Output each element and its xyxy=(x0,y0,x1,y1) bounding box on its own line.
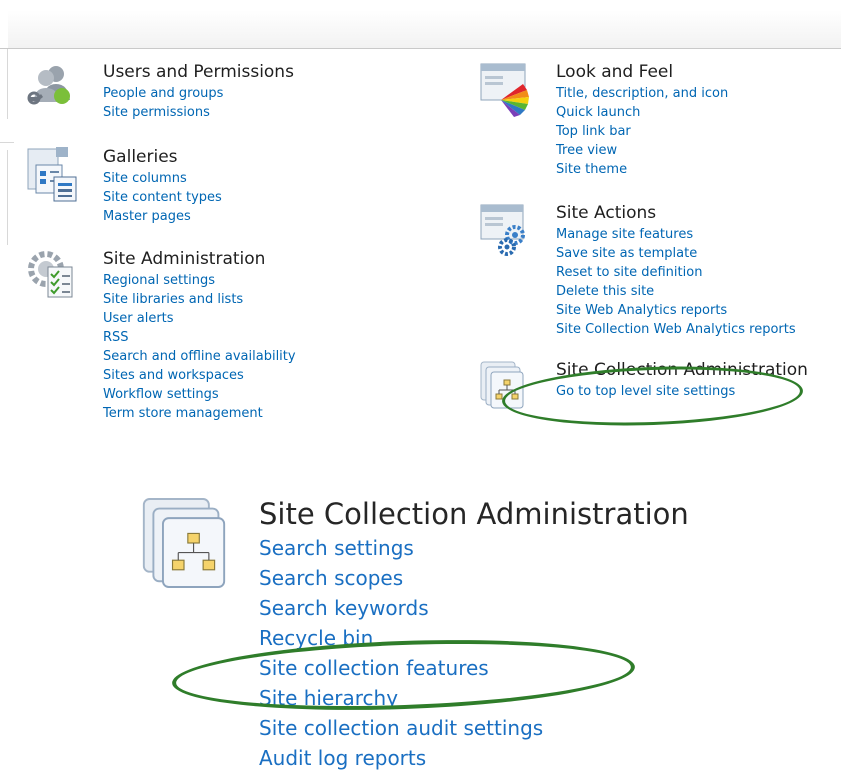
link-site-collection-web-analytics[interactable]: Site Collection Web Analytics reports xyxy=(556,320,796,339)
section-site-administration: Site Administration Regional settings Si… xyxy=(26,249,356,429)
section-site-collection-admin-small: Site Collection Administration Go to top… xyxy=(479,360,834,420)
site-collection-admin-icon xyxy=(140,495,228,595)
link-search-scopes[interactable]: Search scopes xyxy=(259,563,543,593)
top-bar xyxy=(0,0,841,49)
link-search-settings[interactable]: Search settings xyxy=(259,533,543,563)
link-search-offline-availability[interactable]: Search and offline availability xyxy=(103,347,296,366)
link-list: Go to top level site settings xyxy=(556,382,735,401)
link-audit-log-reports[interactable]: Audit log reports xyxy=(259,743,543,773)
section-galleries: Galleries Site columns Site content type… xyxy=(26,147,356,227)
users-permissions-icon xyxy=(26,62,74,114)
link-top-link-bar[interactable]: Top link bar xyxy=(556,122,728,141)
link-title-description-icon[interactable]: Title, description, and icon xyxy=(556,84,728,103)
site-administration-icon xyxy=(26,249,74,305)
link-site-theme[interactable]: Site theme xyxy=(556,160,728,179)
section-site-collection-admin-zoomed: Site Collection Administration Search se… xyxy=(140,495,830,770)
section-title: Look and Feel xyxy=(556,62,674,82)
link-list: Regional settings Site libraries and lis… xyxy=(103,271,296,423)
link-site-columns[interactable]: Site columns xyxy=(103,169,222,188)
link-site-collection-audit-settings[interactable]: Site collection audit settings xyxy=(259,713,543,743)
divider xyxy=(0,142,14,143)
section-users-permissions: Users and Permissions People and groups … xyxy=(26,62,356,132)
section-title: Site Actions xyxy=(556,203,657,223)
link-list: Site columns Site content types Master p… xyxy=(103,169,222,226)
link-reset-to-site-definition[interactable]: Reset to site definition xyxy=(556,263,796,282)
link-list: Search settings Search scopes Search key… xyxy=(259,533,543,773)
divider xyxy=(7,150,8,245)
link-list: People and groups Site permissions xyxy=(103,84,223,122)
link-site-permissions[interactable]: Site permissions xyxy=(103,103,223,122)
link-site-libraries-and-lists[interactable]: Site libraries and lists xyxy=(103,290,296,309)
link-tree-view[interactable]: Tree view xyxy=(556,141,728,160)
link-term-store-management[interactable]: Term store management xyxy=(103,404,296,423)
galleries-icon xyxy=(26,147,78,209)
link-manage-site-features[interactable]: Manage site features xyxy=(556,225,796,244)
section-look-and-feel: Look and Feel Title, description, and ic… xyxy=(479,62,829,182)
link-delete-this-site[interactable]: Delete this site xyxy=(556,282,796,301)
link-list: Manage site features Save site as templa… xyxy=(556,225,796,339)
section-title: Galleries xyxy=(103,147,178,167)
section-site-actions: Site Actions Manage site features Save s… xyxy=(479,203,834,343)
link-site-web-analytics-reports[interactable]: Site Web Analytics reports xyxy=(556,301,796,320)
link-rss[interactable]: RSS xyxy=(103,328,296,347)
link-quick-launch[interactable]: Quick launch xyxy=(556,103,728,122)
link-people-and-groups[interactable]: People and groups xyxy=(103,84,223,103)
link-go-to-top-level-site-settings[interactable]: Go to top level site settings xyxy=(556,382,735,401)
site-collection-admin-icon xyxy=(479,360,525,414)
link-master-pages[interactable]: Master pages xyxy=(103,207,222,226)
look-and-feel-icon xyxy=(479,62,535,122)
section-title: Site Collection Administration xyxy=(259,497,689,531)
link-search-keywords[interactable]: Search keywords xyxy=(259,593,543,623)
link-recycle-bin[interactable]: Recycle bin xyxy=(259,623,543,653)
section-title: Site Collection Administration xyxy=(556,360,808,380)
link-save-site-as-template[interactable]: Save site as template xyxy=(556,244,796,263)
divider xyxy=(7,49,8,119)
site-actions-icon xyxy=(479,203,531,263)
link-user-alerts[interactable]: User alerts xyxy=(103,309,296,328)
link-sites-and-workspaces[interactable]: Sites and workspaces xyxy=(103,366,296,385)
link-regional-settings[interactable]: Regional settings xyxy=(103,271,296,290)
link-site-collection-features[interactable]: Site collection features xyxy=(259,653,543,683)
link-site-content-types[interactable]: Site content types xyxy=(103,188,222,207)
link-list: Title, description, and icon Quick launc… xyxy=(556,84,728,179)
link-workflow-settings[interactable]: Workflow settings xyxy=(103,385,296,404)
section-title: Site Administration xyxy=(103,249,266,269)
link-site-hierarchy[interactable]: Site hierarchy xyxy=(259,683,543,713)
section-title: Users and Permissions xyxy=(103,62,294,82)
